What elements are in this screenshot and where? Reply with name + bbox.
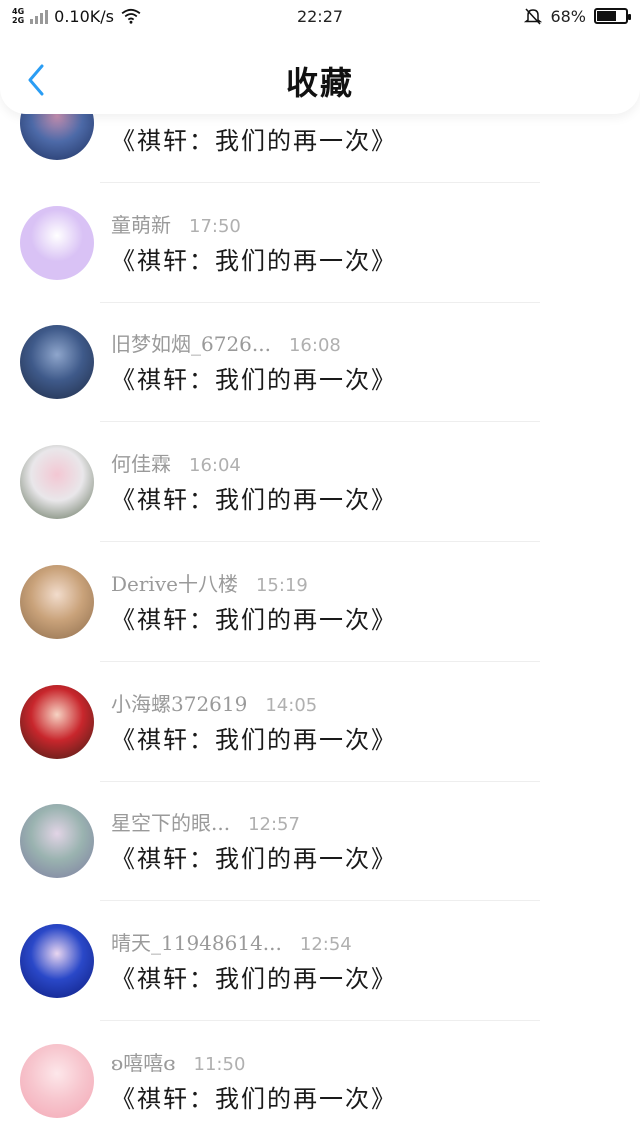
battery-icon bbox=[594, 8, 631, 24]
page-title: 收藏 bbox=[285, 64, 354, 102]
username[interactable]: 何佳霖 bbox=[111, 448, 171, 477]
list-item[interactable]: 何佳霖 16:04 《祺轩：我们的再一次》 bbox=[0, 422, 640, 543]
item-meta: 星空下的眼... 12:57 bbox=[111, 807, 300, 836]
favorite-title[interactable]: 《祺轩：我们的再一次》 bbox=[111, 600, 397, 635]
status-bar: 4G 2G 0.10K/s 22:27 68% bbox=[0, 0, 640, 32]
avatar[interactable] bbox=[20, 923, 94, 998]
favorite-title[interactable]: 《祺轩：我们的再一次》 bbox=[111, 720, 397, 755]
timestamp: 16:04 bbox=[189, 455, 241, 477]
list-item[interactable]: Derive十八楼 15:19 《祺轩：我们的再一次》 bbox=[0, 542, 640, 662]
username[interactable]: 旧梦如烟_6726... bbox=[111, 328, 271, 357]
list-item[interactable]: 小海螺372619 14:05 《祺轩：我们的再一次》 bbox=[0, 662, 640, 782]
timestamp: 14:05 bbox=[265, 694, 318, 716]
avatar[interactable] bbox=[20, 564, 94, 639]
item-meta: ʚ嘻嘻ɞ 11:50 bbox=[111, 1047, 245, 1076]
avatar[interactable] bbox=[20, 804, 94, 879]
item-meta: 何佳霖 16:04 bbox=[111, 448, 241, 477]
timestamp: 15:19 bbox=[255, 574, 308, 596]
wifi-icon bbox=[121, 8, 141, 24]
item-meta: 童萌新 17:50 bbox=[111, 209, 241, 238]
timestamp: 12:54 bbox=[299, 933, 352, 955]
username[interactable]: 小海螺372619 bbox=[111, 688, 247, 717]
favorite-title[interactable]: 《祺轩：我们的再一次》 bbox=[111, 241, 397, 276]
item-meta: 小海螺372619 14:05 bbox=[111, 688, 317, 717]
avatar[interactable] bbox=[20, 205, 94, 280]
timestamp: 11:50 bbox=[193, 1053, 246, 1075]
list-item[interactable]: 旧梦如烟_6726... 16:08 《祺轩：我们的再一次》 bbox=[0, 302, 640, 423]
username[interactable]: 童萌新 bbox=[111, 209, 171, 238]
favorite-title[interactable]: 《祺轩：我们的再一次》 bbox=[111, 121, 397, 156]
network-type-indicator: 4G 2G bbox=[12, 7, 25, 25]
username[interactable]: Derive十八楼 bbox=[111, 568, 238, 597]
nav-bar: 收藏 bbox=[0, 32, 640, 114]
list-item[interactable]: 晴天_11948614... 12:54 《祺轩：我们的再一次》 bbox=[0, 901, 640, 1021]
item-meta: 旧梦如烟_6726... 16:08 bbox=[111, 328, 341, 357]
favorite-title[interactable]: 《祺轩：我们的再一次》 bbox=[111, 839, 397, 874]
favorite-title[interactable]: 《祺轩：我们的再一次》 bbox=[111, 1079, 397, 1114]
network-speed: 0.10K/s bbox=[54, 6, 114, 26]
battery-percent: 68% bbox=[550, 6, 586, 26]
timestamp: 12:57 bbox=[248, 814, 300, 836]
favorite-title[interactable]: 《祺轩：我们的再一次》 bbox=[111, 959, 397, 994]
timestamp: 16:08 bbox=[288, 335, 341, 357]
item-meta: Derive十八楼 15:19 bbox=[111, 568, 308, 597]
list-item[interactable]: 星空下的眼... 12:57 《祺轩：我们的再一次》 bbox=[0, 781, 640, 902]
username[interactable]: ʚ嘻嘻ɞ bbox=[111, 1047, 176, 1076]
item-meta: 晴天_11948614... 12:54 bbox=[111, 927, 352, 956]
list-item[interactable]: 童萌新 17:50 《祺轩：我们的再一次》 bbox=[0, 183, 640, 303]
battery-fill bbox=[597, 11, 617, 21]
timestamp: 17:50 bbox=[189, 215, 241, 237]
favorite-title[interactable]: 《祺轩：我们的再一次》 bbox=[111, 360, 397, 395]
avatar[interactable] bbox=[20, 684, 94, 759]
signal-strength-icon bbox=[30, 8, 49, 24]
avatar[interactable] bbox=[20, 445, 94, 520]
username[interactable]: 晴天_11948614... bbox=[111, 927, 282, 956]
avatar[interactable] bbox=[20, 1043, 94, 1118]
mute-bell-icon bbox=[524, 8, 543, 25]
username[interactable]: 星空下的眼... bbox=[111, 807, 230, 836]
favorite-title[interactable]: 《祺轩：我们的再一次》 bbox=[111, 480, 397, 515]
avatar[interactable] bbox=[20, 325, 94, 400]
list-item[interactable]: ʚ嘻嘻ɞ 11:50 《祺轩：我们的再一次》 bbox=[0, 1021, 640, 1138]
